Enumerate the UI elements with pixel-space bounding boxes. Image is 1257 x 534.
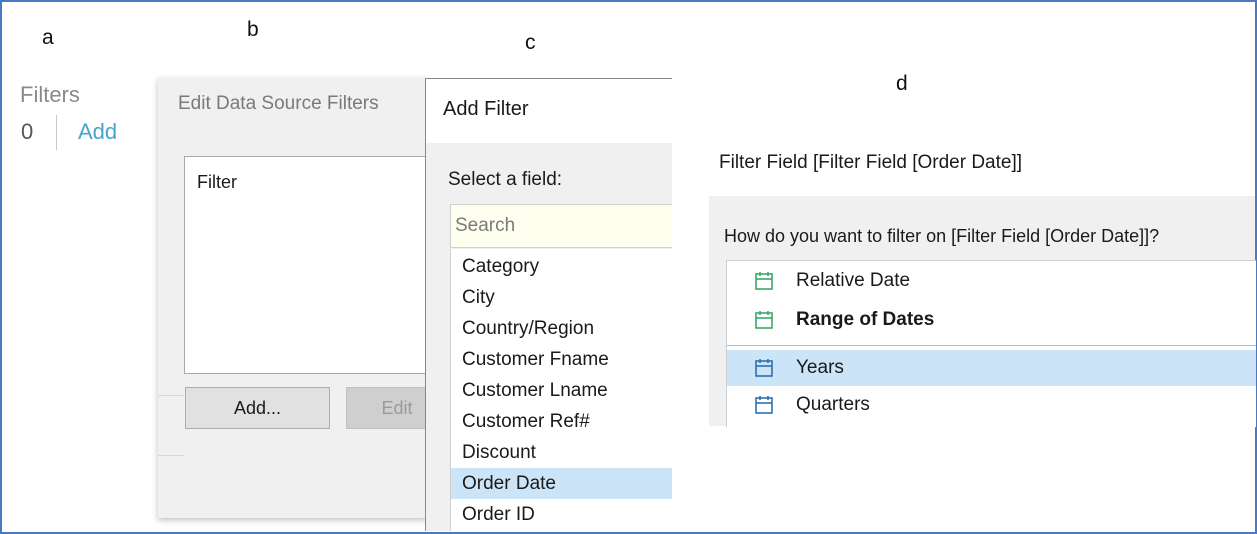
field-item-order-date[interactable]: Order Date bbox=[451, 468, 672, 499]
calendar-icon bbox=[755, 359, 773, 377]
filters-title: Filters bbox=[20, 82, 80, 107]
field-item-customer-lname[interactable]: Customer Lname bbox=[451, 375, 672, 406]
panel-label-a: a bbox=[42, 26, 54, 49]
option-relative-date[interactable]: Relative Date bbox=[727, 263, 1256, 299]
field-item-discount[interactable]: Discount bbox=[451, 437, 672, 468]
select-field-label: Select a field: bbox=[448, 169, 563, 190]
edit-data-source-filters-dialog: Edit Data Source Filters Filter Add... E… bbox=[158, 78, 448, 518]
field-item-customer-fname[interactable]: Customer Fname bbox=[451, 344, 672, 375]
filter-field-heading: Filter Field [Filter Field [Order Date]] bbox=[719, 152, 1023, 173]
option-quarters[interactable]: Quarters bbox=[727, 387, 1256, 423]
panel-label-c: c bbox=[525, 31, 536, 54]
filter-count: 0 bbox=[21, 119, 34, 144]
divider bbox=[158, 455, 184, 456]
calendar-icon bbox=[755, 396, 773, 414]
panel-label-d: d bbox=[896, 72, 908, 95]
divider bbox=[727, 345, 1256, 346]
filter-question: How do you want to filter on [Filter Fie… bbox=[724, 226, 1160, 246]
option-range-of-dates[interactable]: Range of Dates bbox=[727, 302, 1256, 338]
option-label: Range of Dates bbox=[796, 309, 935, 330]
add-filter-dialog: Add Filter Select a field: Category City… bbox=[425, 78, 672, 531]
field-list: Category City Country/Region Customer Fn… bbox=[450, 249, 672, 531]
search-input[interactable] bbox=[450, 204, 672, 248]
add-button[interactable]: Add... bbox=[185, 387, 330, 429]
dialog-title: Add Filter bbox=[443, 98, 529, 120]
add-filter-link[interactable]: Add bbox=[78, 119, 117, 145]
filter-list-header: Filter bbox=[197, 172, 237, 192]
dialog-title: Edit Data Source Filters bbox=[178, 93, 379, 114]
option-label: Quarters bbox=[796, 394, 870, 415]
calendar-icon bbox=[755, 272, 773, 290]
option-label: Years bbox=[796, 357, 844, 378]
calendar-icon bbox=[755, 311, 773, 329]
field-item-city[interactable]: City bbox=[451, 282, 672, 313]
divider bbox=[158, 395, 184, 396]
filter-options-panel: How do you want to filter on [Filter Fie… bbox=[709, 196, 1256, 427]
field-item-order-id[interactable]: Order ID bbox=[451, 499, 672, 530]
option-label: Relative Date bbox=[796, 270, 911, 291]
field-item-customer-ref[interactable]: Customer Ref# bbox=[451, 406, 672, 437]
divider bbox=[56, 115, 57, 150]
field-item-country-region[interactable]: Country/Region bbox=[451, 313, 672, 344]
field-item-category[interactable]: Category bbox=[451, 251, 672, 282]
filter-option-list: Relative Date Range of Dates Years Quart… bbox=[726, 260, 1256, 427]
panel-label-b: b bbox=[247, 18, 259, 41]
filter-list[interactable]: Filter bbox=[184, 156, 436, 374]
dialog-body: Select a field: Category City Country/Re… bbox=[426, 143, 672, 531]
option-years[interactable]: Years bbox=[727, 350, 1256, 386]
